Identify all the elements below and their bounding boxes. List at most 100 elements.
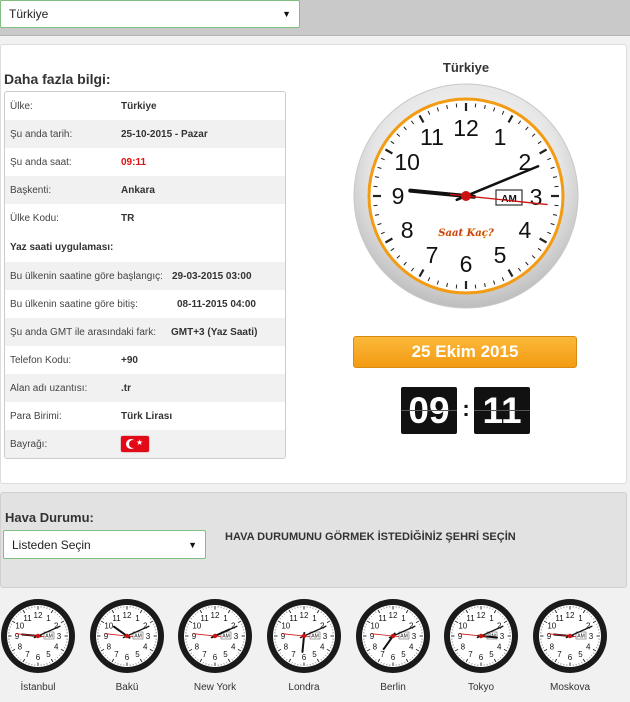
clock-number: 6	[479, 653, 484, 662]
clock-number: 10	[104, 622, 113, 631]
world-clock-city[interactable]: Moskova	[525, 682, 615, 693]
clock-number: 4	[409, 643, 414, 652]
clock-number: 12	[34, 611, 43, 620]
clock-number: 7	[291, 650, 296, 659]
clock-number: 5	[578, 650, 583, 659]
clock-number: 4	[497, 643, 502, 652]
world-clock[interactable]: 1234567891011 12AM	[0, 598, 76, 674]
clock-number: 3	[146, 632, 151, 641]
clock-number: 6	[125, 653, 130, 662]
clock-number: 8	[284, 643, 289, 652]
clock-number: 6	[302, 653, 307, 662]
clock-center	[478, 633, 484, 639]
world-clock[interactable]: 1234567891011 12AM	[532, 598, 608, 674]
info-title: Daha fazla bilgi:	[4, 71, 111, 87]
clock-number: 5	[489, 650, 494, 659]
clock-number: 7	[468, 650, 473, 659]
dst-title: Yaz saati uygulaması:	[10, 241, 114, 253]
world-clock[interactable]: 1234567891011 12AM	[89, 598, 165, 674]
clock-number: 7	[557, 650, 562, 659]
clock-number: 3	[234, 632, 239, 641]
clock-center	[567, 633, 573, 639]
digital-minutes: 11	[474, 387, 530, 434]
clock-number: 5	[494, 242, 507, 268]
clock-number: 6	[391, 653, 396, 662]
clock-number: 12	[389, 611, 398, 620]
clock-number: 10	[370, 622, 379, 631]
row-value: TR	[121, 212, 135, 224]
clock-number: 8	[401, 217, 414, 243]
clock-number: 9	[370, 632, 375, 641]
clock-number: 12	[477, 611, 486, 620]
row-label: Alan adı uzantısı:	[10, 382, 88, 394]
clock-number: 8	[18, 643, 23, 652]
ampm-label: AM	[311, 634, 319, 640]
clock-number: 7	[380, 650, 385, 659]
clock-number: 1	[494, 124, 507, 150]
clock-number: 10	[394, 149, 420, 175]
clock-number: 12	[211, 611, 220, 620]
clock-number: 3	[412, 632, 417, 641]
clock-number: 1	[489, 614, 494, 623]
world-clock-city[interactable]: New York	[170, 682, 260, 693]
weather-title: Hava Durumu:	[5, 510, 94, 525]
clock-number: 6	[36, 653, 41, 662]
row-label: Ülke Kodu:	[10, 212, 59, 224]
world-clock[interactable]: 1234567891011 12AM	[355, 598, 431, 674]
world-clock[interactable]: 123456789101112PM	[443, 598, 519, 674]
clock-number: 3	[323, 632, 328, 641]
weather-city-select[interactable]: Listeden Seçin ▼	[3, 530, 206, 559]
clock-number: 11	[200, 614, 209, 623]
table-row: Şu anda saat: 09:11	[5, 148, 285, 176]
clock-number: 1	[46, 614, 51, 623]
table-row: Ülke Kodu: TR	[5, 204, 285, 232]
info-table: Ülke: Türkiye Şu anda tarih: 25-10-2015 - …	[4, 91, 286, 459]
clock-center	[461, 191, 471, 201]
clock-number: 5	[46, 650, 51, 659]
row-label: Para Birimi:	[10, 410, 62, 422]
table-row: Telefon Kodu: +90	[5, 346, 285, 374]
row-value: .tr	[121, 382, 131, 394]
table-row: Bu ülkenin saatine göre başlangıç: 29-03-…	[5, 262, 285, 290]
clock-number: 12	[453, 115, 479, 141]
chevron-down-icon[interactable]: ▼	[282, 9, 291, 19]
row-label: Başkenti:	[10, 184, 52, 196]
clock-number: 10	[15, 622, 24, 631]
world-clock-city[interactable]: Berlin	[348, 682, 438, 693]
row-label: Bu ülkenin saatine göre başlangıç:	[10, 270, 163, 282]
world-clock[interactable]: 1234567891011 12AM	[177, 598, 253, 674]
clock-number: 10	[281, 622, 290, 631]
clock-number: 7	[426, 242, 439, 268]
ampm-label: AM	[400, 634, 408, 640]
clock-number: 11	[378, 614, 387, 623]
clock-number: 1	[401, 614, 406, 623]
row-label: Ülke:	[10, 100, 33, 112]
world-clock[interactable]: 1234567891011 12AM	[266, 598, 342, 674]
clock-number: 5	[312, 650, 317, 659]
clock-number: 11	[289, 614, 298, 623]
row-value: 08-11-2015 04:00	[177, 298, 256, 310]
ampm-label: AM	[222, 634, 230, 640]
ampm-label: AM	[45, 634, 53, 640]
ampm-label: AM	[134, 634, 142, 640]
world-clock-city[interactable]: Bakü	[82, 682, 172, 693]
chevron-down-icon[interactable]: ▼	[188, 540, 197, 550]
clock-number: 8	[195, 643, 200, 652]
clock-number: 10	[192, 622, 201, 631]
table-row: Şu anda tarih: 25-10-2015 - Pazar	[5, 120, 285, 148]
weather-hint: HAVA DURUMUNU GÖRMEK İSTEDİĞİNİZ ŞEHRİ S…	[225, 531, 516, 543]
table-row: Şu anda GMT ile arasındaki fark: GMT+3 (Y…	[5, 318, 285, 346]
clock-center	[124, 633, 130, 639]
clock-number: 9	[104, 632, 109, 641]
world-clock-city[interactable]: Londra	[259, 682, 349, 693]
row-label: Şu anda tarih:	[10, 128, 73, 140]
clock-number: 5	[401, 650, 406, 659]
country-select[interactable]: Türkiye ▼	[0, 0, 300, 28]
world-clock-city[interactable]: İstanbul	[0, 682, 83, 693]
world-clock-city[interactable]: Tokyo	[436, 682, 526, 693]
clock-number: 4	[320, 643, 325, 652]
clock-number: 5	[223, 650, 228, 659]
analog-clock: 124567891011 123 AM Saat Kaç?	[353, 83, 579, 309]
country-select-value: Türkiye	[9, 7, 49, 21]
dst-header-row: Yaz saati uygulaması:	[5, 232, 285, 262]
